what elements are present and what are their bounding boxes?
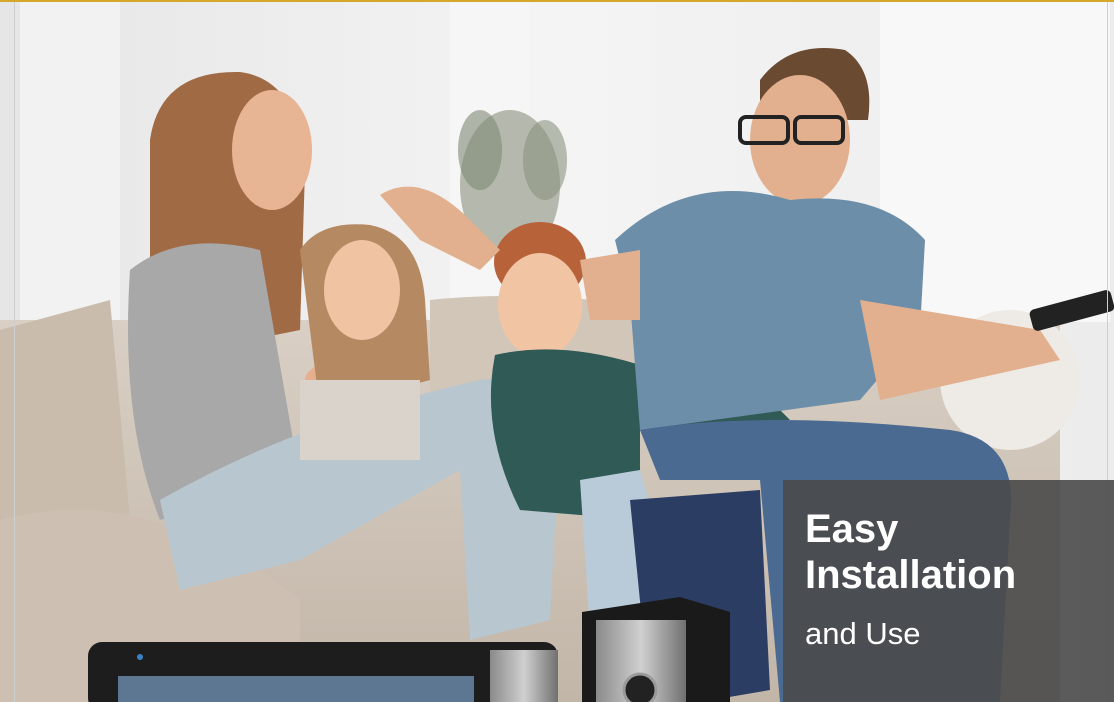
subline: and Use: [805, 616, 921, 651]
girl: [300, 224, 430, 460]
frame-left-line: [14, 2, 15, 702]
headline: Easy Installation: [805, 506, 1016, 598]
intercom-monitor: [88, 642, 558, 702]
promo-banner: Easy Installation and Use: [0, 0, 1114, 702]
caption-overlay: Easy Installation and Use: [783, 480, 1114, 702]
door-camera: [582, 597, 730, 702]
headline-line-2: Installation: [805, 553, 1017, 597]
headline-line-1: Easy: [805, 507, 899, 551]
